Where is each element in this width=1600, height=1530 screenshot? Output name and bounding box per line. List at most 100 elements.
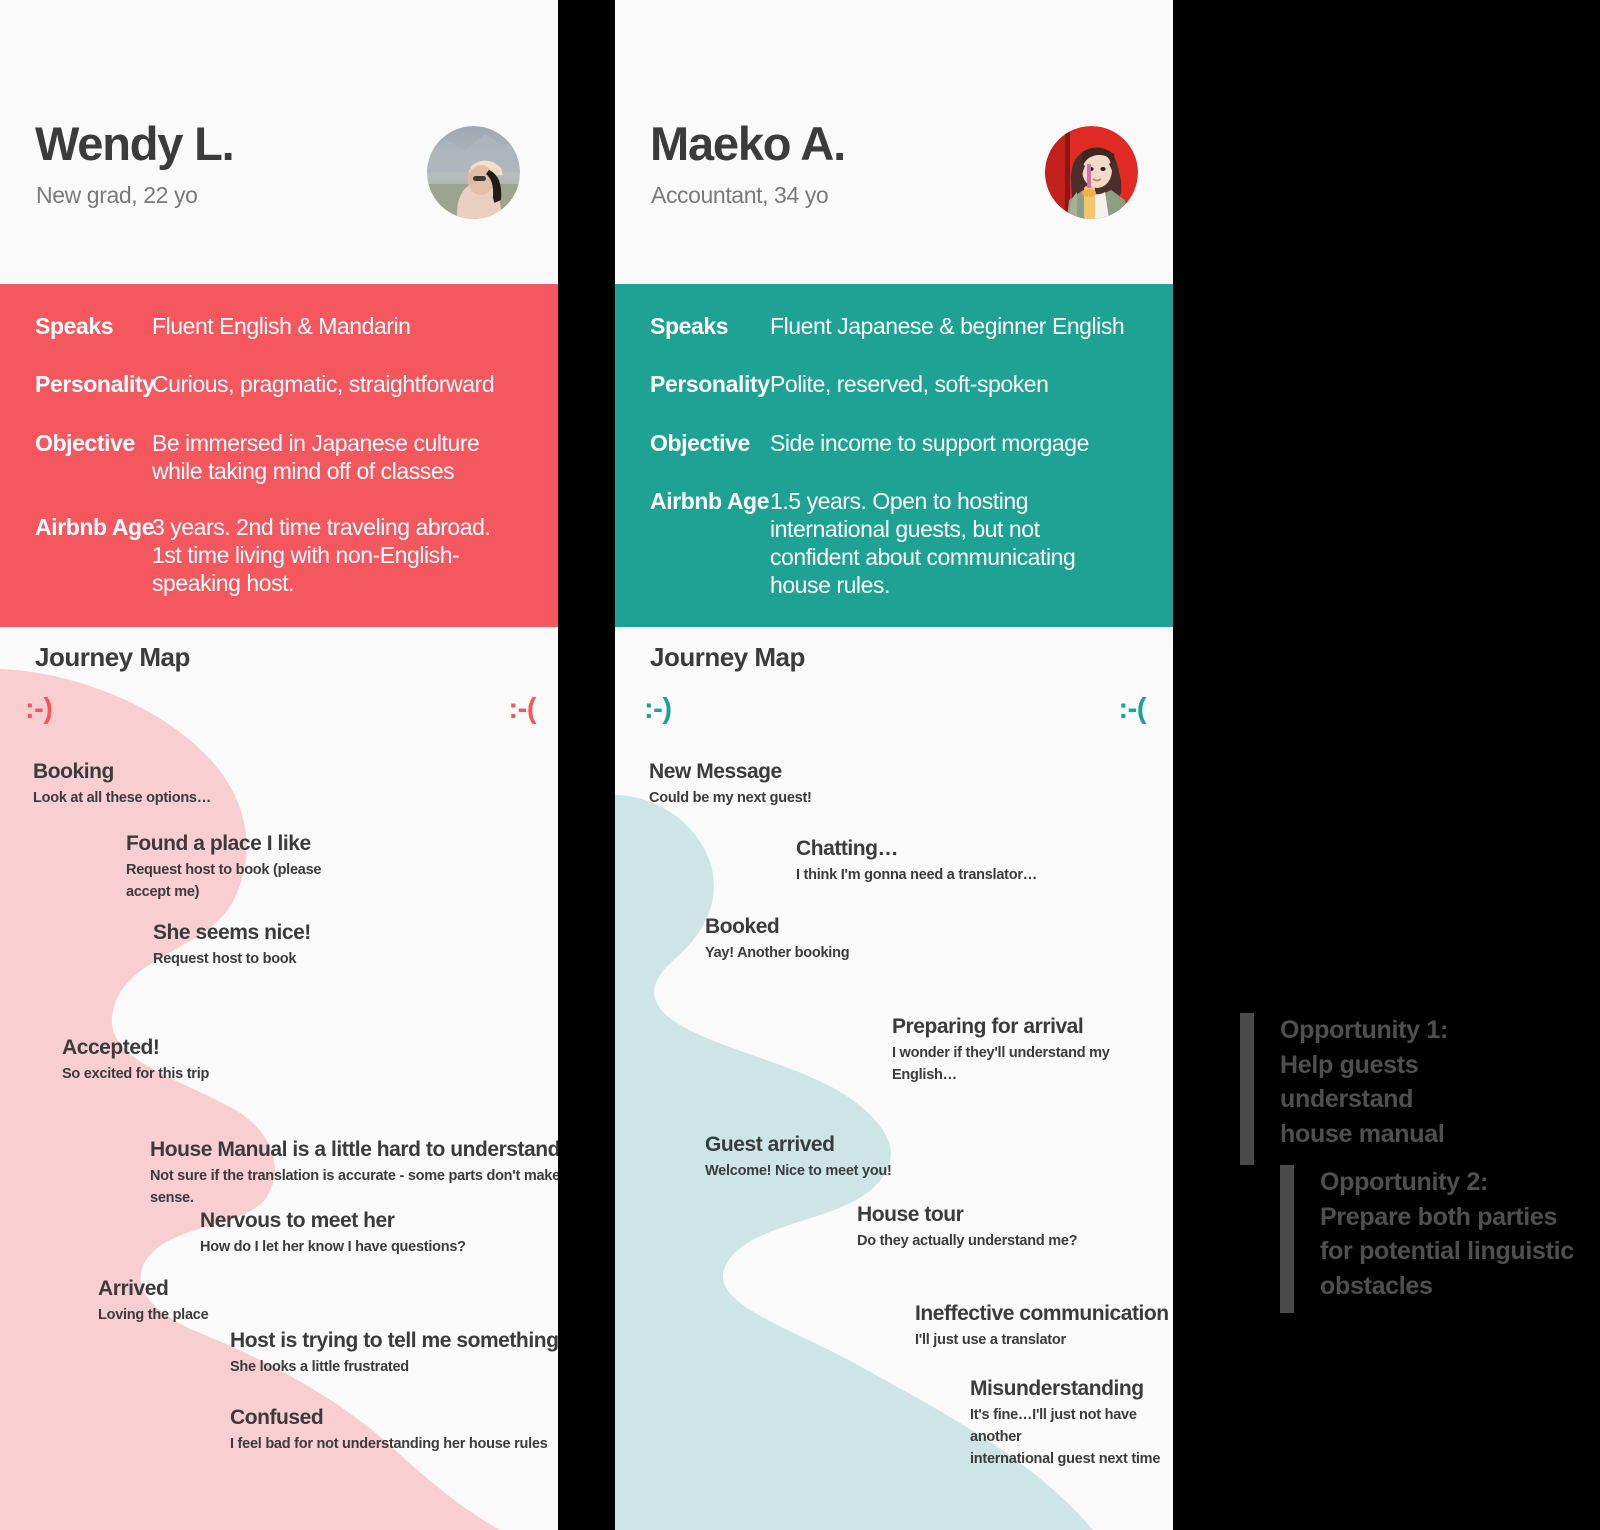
- sad-face-icon: :-(: [1118, 693, 1147, 725]
- opportunity-bar-icon: [1240, 1013, 1254, 1165]
- attribute-value: 1.5 years. Open to hosting international…: [770, 488, 1076, 599]
- opportunity-item: Opportunity 2: Prepare both parties for …: [1280, 1165, 1574, 1313]
- wendy-avatar-photo: [427, 126, 520, 219]
- stage-title: Chatting…: [796, 837, 899, 860]
- journey-stage: Misunderstanding It's fine…I'll just not…: [970, 1377, 1173, 1471]
- stage-desc: I think I'm gonna need a translator…: [796, 866, 1037, 883]
- stage-title: Ineffective communication: [915, 1302, 1169, 1325]
- opportunity-text: Opportunity 2: Prepare both parties for …: [1320, 1168, 1574, 1300]
- persona-role: New grad, 22 yo: [36, 182, 198, 208]
- journey-stage: Preparing for arrival I wonder if they'l…: [892, 1015, 1110, 1086]
- stage-title: Guest arrived: [705, 1133, 835, 1156]
- stage-title: Confused: [230, 1406, 324, 1429]
- journey-stage: Confused I feel bad for not understandin…: [230, 1406, 548, 1455]
- avatar: [1045, 126, 1138, 219]
- journey-stage: New Message Could be my next guest!: [649, 760, 812, 809]
- journey-stage: Ineffective communication I'll just use …: [915, 1302, 1169, 1351]
- stage-desc: I'll just use a translator: [915, 1331, 1066, 1348]
- journey-stage: Booked Yay! Another booking: [705, 915, 850, 964]
- maeko-avatar-photo: [1045, 126, 1138, 219]
- journey-stage: Guest arrived Welcome! Nice to meet you!: [705, 1133, 892, 1182]
- attribute-value: Curious, pragmatic, straightforward: [152, 371, 495, 397]
- attribute-key: Personality: [650, 371, 770, 397]
- stage-desc: So excited for this trip: [62, 1065, 210, 1082]
- stage-desc: She looks a little frustrated: [230, 1358, 409, 1375]
- page-title: Wendy L.: [35, 117, 235, 170]
- journey-stage: House tour Do they actually understand m…: [857, 1203, 1078, 1252]
- journey-stage: Booking Look at all these options…: [33, 760, 211, 809]
- persona-role: Accountant, 34 yo: [651, 182, 829, 208]
- attribute-value: 3 years. 2nd time traveling abroad. 1st …: [152, 514, 491, 597]
- journey-stage: Nervous to meet her How do I let her kno…: [200, 1209, 466, 1258]
- stage-desc: Not sure if the translation is accurate …: [150, 1167, 558, 1206]
- stage-title: Misunderstanding: [970, 1377, 1144, 1400]
- stage-title: House tour: [857, 1203, 964, 1226]
- attribute-value: Be immersed in Japanese culture while ta…: [152, 430, 480, 485]
- attribute-key: Airbnb Age: [650, 488, 770, 514]
- persona-header-wendy: Wendy L. New grad, 22 yo: [0, 0, 558, 284]
- happy-face-icon: :-): [25, 693, 53, 725]
- attribute-row: Personality Polite, reserved, soft-spoke…: [615, 370, 1173, 398]
- stage-desc: How do I let her know I have questions?: [200, 1238, 466, 1255]
- stage-title: House Manual is a little hard to underst…: [150, 1138, 558, 1161]
- stage-desc: Could be my next guest!: [649, 789, 812, 806]
- stage-desc: Yay! Another booking: [705, 944, 850, 961]
- journey-stage: She seems nice! Request host to book: [153, 921, 311, 970]
- opportunity-text: Opportunity 1: Help guests understand ho…: [1280, 1016, 1449, 1148]
- sad-face-icon: :-(: [508, 693, 537, 725]
- journey-map-maeko: Journey Map :-) :-( New Message Could be…: [615, 627, 1173, 1530]
- attribute-key: Speaks: [35, 313, 114, 339]
- attribute-row: Airbnb Age 3 years. 2nd time traveling a…: [0, 513, 558, 597]
- stage-title: Preparing for arrival: [892, 1015, 1084, 1038]
- attribute-key: Objective: [650, 430, 750, 456]
- attribute-row: Speaks Fluent English & Mandarin: [0, 312, 558, 340]
- opportunity-bar-icon: [1280, 1165, 1294, 1313]
- avatar: [427, 126, 520, 219]
- stage-desc: Request host to book (please accept me): [126, 861, 322, 900]
- stage-title: Found a place I like: [126, 832, 311, 855]
- attributes-band-maeko: Speaks Fluent Japanese & beginner Englis…: [615, 284, 1173, 627]
- persona-header-maeko: Maeko A. Accountant, 34 yo: [615, 0, 1173, 284]
- stage-title: Accepted!: [62, 1036, 160, 1059]
- happy-face-icon: :-): [644, 693, 672, 725]
- stage-desc: Request host to book: [153, 950, 297, 967]
- attribute-value: Fluent Japanese & beginner English: [770, 313, 1125, 339]
- stage-title: Host is trying to tell me something…: [230, 1329, 558, 1352]
- stage-desc: I feel bad for not understanding her hou…: [230, 1435, 548, 1452]
- opportunity-item: Opportunity 1: Help guests understand ho…: [1240, 1013, 1448, 1165]
- stage-title: Booking: [33, 760, 114, 783]
- attributes-band-wendy: Speaks Fluent English & Mandarin Persona…: [0, 284, 558, 627]
- attribute-row: Objective Be immersed in Japanese cultur…: [0, 429, 558, 485]
- attribute-key: Airbnb Age: [35, 514, 155, 540]
- journey-stage: Accepted! So excited for this trip: [62, 1036, 209, 1085]
- attribute-row: Airbnb Age 1.5 years. Open to hosting in…: [615, 487, 1173, 599]
- opportunities-panel: Opportunity 1: Help guests understand ho…: [1240, 1005, 1600, 1325]
- journey-stage: Arrived Loving the place: [98, 1277, 209, 1326]
- attribute-value: Fluent English & Mandarin: [152, 313, 411, 339]
- journey-stage: House Manual is a little hard to underst…: [150, 1138, 558, 1209]
- journey-stage: Chatting… I think I'm gonna need a trans…: [796, 837, 1037, 886]
- stage-title: Nervous to meet her: [200, 1209, 395, 1232]
- stage-desc: I wonder if they'll understand my Englis…: [892, 1044, 1110, 1083]
- stage-desc: Welcome! Nice to meet you!: [705, 1162, 892, 1179]
- attribute-key: Speaks: [650, 313, 729, 339]
- page-title: Maeko A.: [650, 117, 846, 170]
- stage-title: Arrived: [98, 1277, 169, 1300]
- attribute-value: Polite, reserved, soft-spoken: [770, 371, 1049, 397]
- stage-desc: Do they actually understand me?: [857, 1232, 1078, 1249]
- attribute-value: Side income to support morgage: [770, 430, 1089, 456]
- journey-stage: Host is trying to tell me something… She…: [230, 1329, 558, 1378]
- persona-card-wendy: Wendy L. New grad, 22 yo Speaks Fluent E…: [0, 0, 558, 1530]
- stage-title: She seems nice!: [153, 921, 311, 944]
- stage-desc: Loving the place: [98, 1306, 209, 1323]
- stage-title: Booked: [705, 915, 780, 938]
- attribute-key: Personality: [35, 371, 155, 397]
- persona-card-maeko: Maeko A. Accountant, 34 yo Speaks Fluent…: [615, 0, 1173, 1530]
- journey-map-wendy: Journey Map :-) :-( Booking Look at all …: [0, 627, 558, 1530]
- attribute-key: Objective: [35, 430, 135, 456]
- attribute-row: Speaks Fluent Japanese & beginner Englis…: [615, 312, 1173, 340]
- stage-title: New Message: [649, 760, 782, 783]
- journey-stage: Found a place I like Request host to boo…: [126, 832, 321, 903]
- attribute-row: Objective Side income to support morgage: [615, 429, 1173, 457]
- stage-desc: Look at all these options…: [33, 789, 211, 806]
